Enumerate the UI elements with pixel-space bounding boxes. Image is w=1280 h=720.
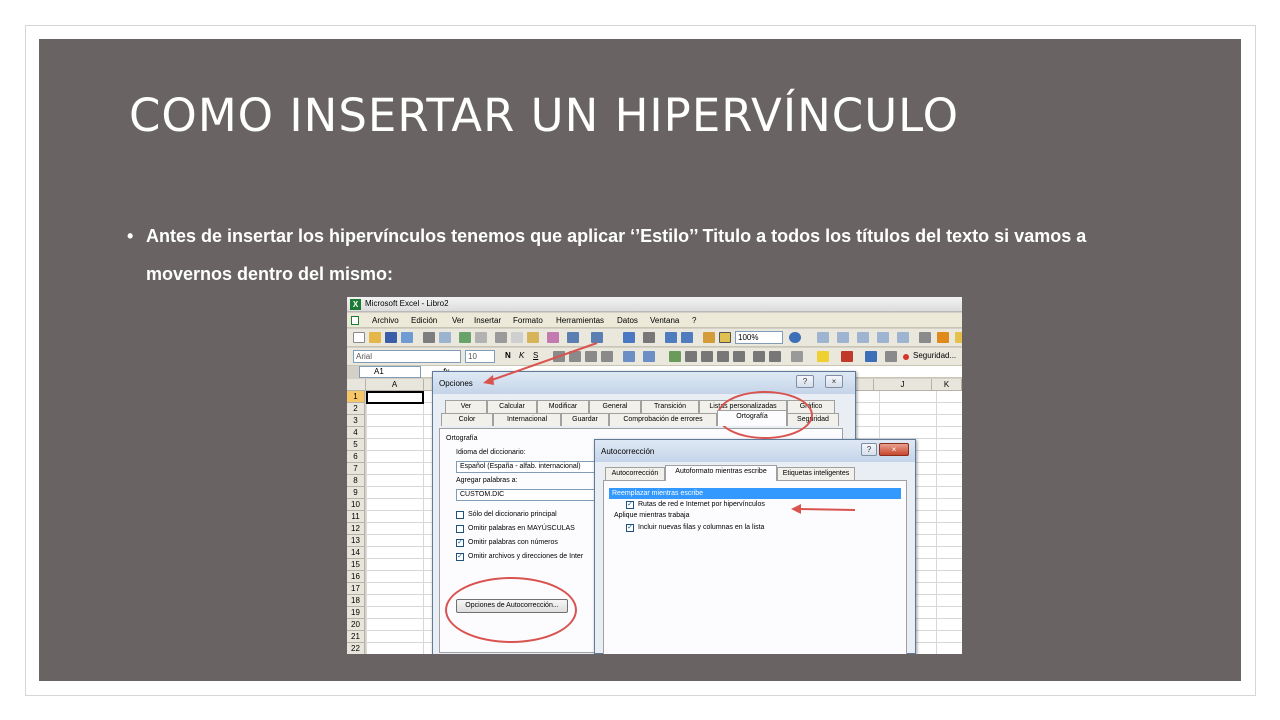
slide-title: COMO INSERTAR UN HIPERVÍNCULO xyxy=(129,89,960,142)
annotation-arrows xyxy=(483,342,856,514)
slide: COMO INSERTAR UN HIPERVÍNCULO • Antes de… xyxy=(39,39,1241,681)
annotation-arrow-options xyxy=(488,342,598,382)
tab-autoformato[interactable]: Autoformato mientras escribe xyxy=(665,465,777,481)
bullet-item: • Antes de insertar los hipervínculos te… xyxy=(127,217,1127,293)
annotation-arrow-hyperlinks xyxy=(798,508,856,511)
annotation-arrow-hyperlinks-head xyxy=(791,504,801,514)
annotation-arrow-options-head xyxy=(483,375,494,385)
bullet-text: Antes de insertar los hipervínculos tene… xyxy=(146,226,1087,284)
bullet-dot: • xyxy=(127,226,134,246)
tab-ortografia[interactable]: Ortografía xyxy=(717,410,787,426)
excel-screenshot: X Microsoft Excel - Libro2 Archivo Edici… xyxy=(347,297,962,654)
